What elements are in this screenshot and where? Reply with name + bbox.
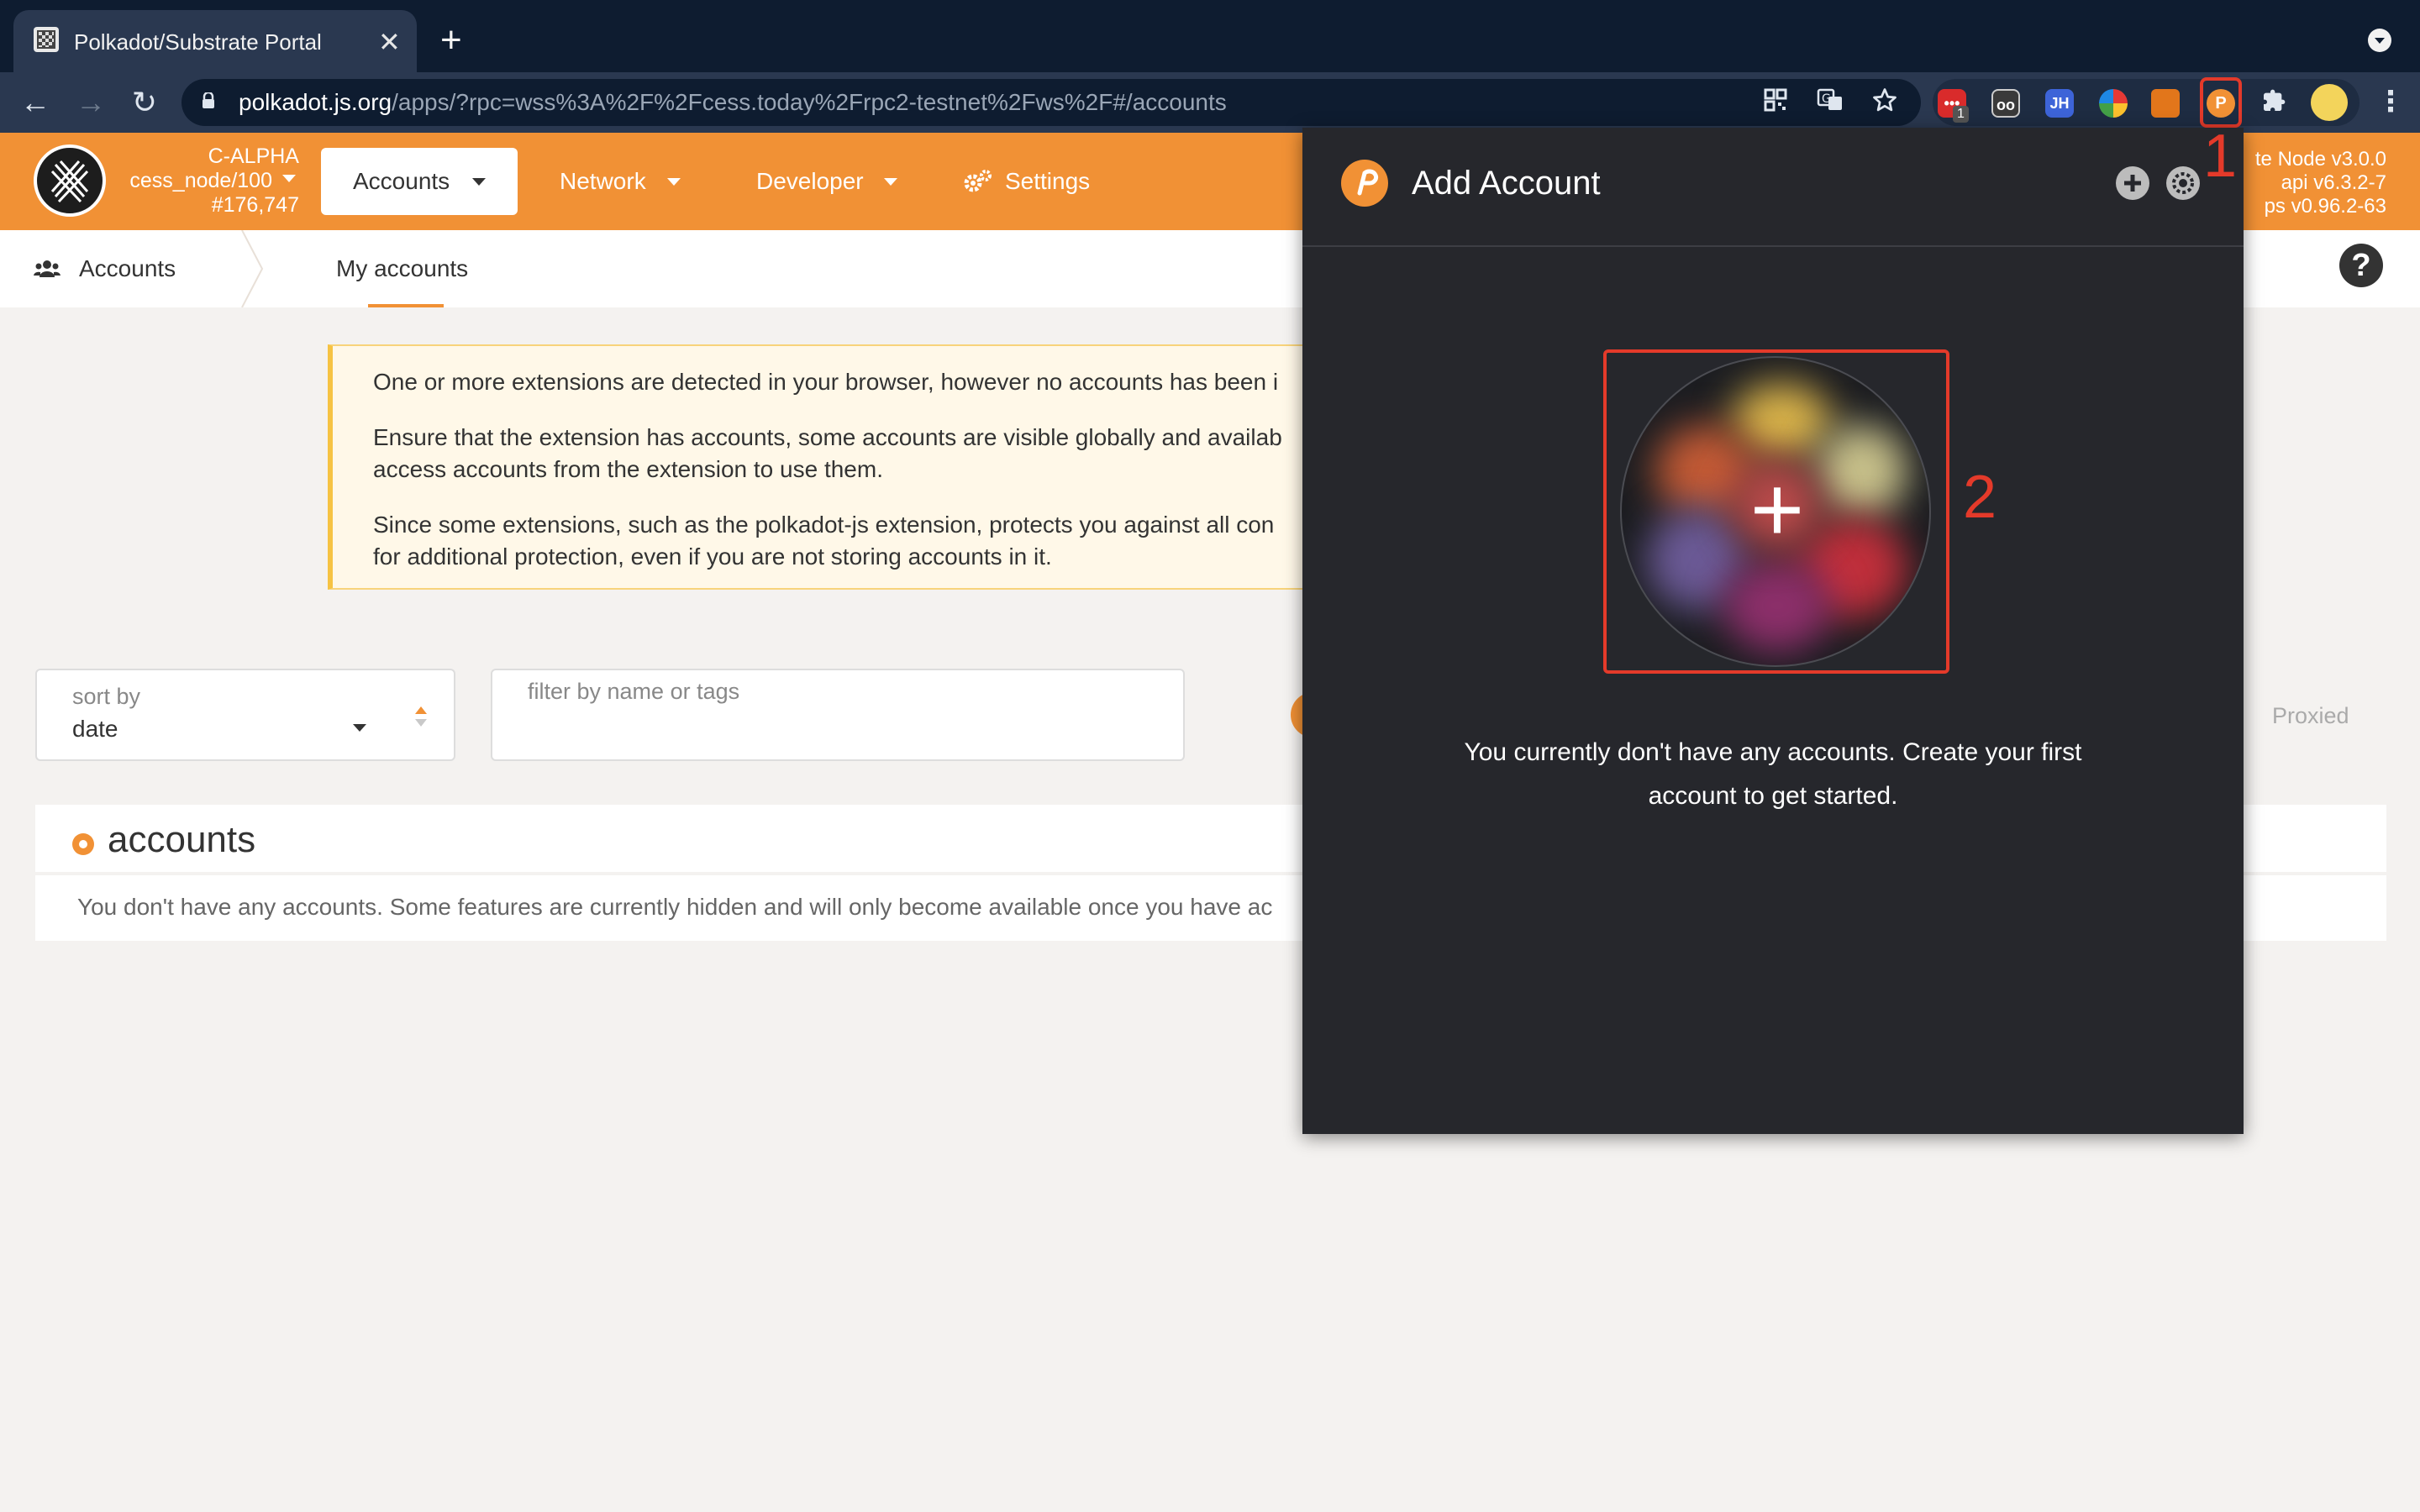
profile-avatar[interactable] [2311, 84, 2348, 121]
popup-title: Add Account [1412, 165, 1601, 202]
url-text[interactable]: polkadot.js.org/apps/?rpc=wss%3A%2F%2Fce… [239, 86, 1227, 119]
add-account-icon[interactable] [2116, 166, 2149, 200]
browser-menu-icon[interactable]: ⋮ [2376, 87, 2405, 116]
breadcrumb-accounts[interactable]: Accounts [79, 250, 176, 287]
warning-text-3a: Since some extensions, such as the polka… [373, 512, 1275, 538]
new-tab-button[interactable]: + [440, 22, 462, 59]
bookmark-star-icon[interactable] [1872, 87, 1897, 120]
url-host: polkadot.js.org [239, 89, 392, 115]
nav-network-label: Network [560, 168, 646, 194]
sort-by-dropdown[interactable]: sort by date [35, 669, 455, 761]
chevron-down-icon[interactable] [353, 724, 366, 732]
polkadot-extension-popup: Add Account + You currently don't have a… [1302, 128, 2244, 1134]
tab-title: Polkadot/Substrate Portal [74, 29, 322, 55]
no-accounts-message: You currently don't have any accounts. C… [1464, 738, 2082, 810]
accounts-empty-message: You don't have any accounts. Some featur… [77, 894, 1273, 920]
browser-toolbar: ← → ↻ polkadot.js.org/apps/?rpc=wss%3A%2… [0, 72, 2420, 133]
settings-gear-icon[interactable] [2166, 166, 2200, 200]
chain-logo[interactable] [34, 144, 106, 217]
plus-icon: + [1749, 458, 1805, 561]
active-tab-indicator [368, 304, 444, 307]
warning-text-3b: for additional protection, even if you a… [373, 543, 1052, 570]
forward-icon[interactable]: → [72, 84, 109, 121]
apps-version: ps v0.96.2-63 [2264, 195, 2386, 218]
chevron-down-icon [667, 178, 681, 186]
nav-developer[interactable]: Developer [756, 148, 864, 215]
gears-icon [963, 168, 993, 199]
sort-by-label: sort by [72, 684, 141, 709]
nav-settings-label: Settings [1005, 168, 1091, 194]
chain-block: #176,747 [211, 193, 299, 217]
warning-text-1: One or more extensions are detected in y… [373, 369, 1279, 395]
node-version: te Node v3.0.0 [2254, 148, 2386, 171]
browser-tab[interactable]: Polkadot/Substrate Portal ✕ [13, 10, 417, 72]
nav-settings[interactable]: Settings [1005, 148, 1090, 215]
metamask-fox-icon[interactable] [2151, 89, 2180, 118]
nav-accounts-label: Accounts [353, 168, 450, 194]
filter-placeholder: filter by name or tags [528, 679, 740, 704]
sort-by-value: date [72, 716, 118, 742]
annotation-label-2: 2 [1963, 464, 1997, 531]
extension-badge: 1 [1953, 106, 1969, 123]
browser-tab-strip: Polkadot/Substrate Portal ✕ + [0, 0, 2420, 72]
url-path: /apps/?rpc=wss%3A%2F%2Fcess.today%2Frpc2… [392, 89, 1227, 115]
lock-icon[interactable] [202, 91, 215, 109]
translate-icon[interactable]: G [1817, 87, 1844, 120]
tab-my-accounts[interactable]: My accounts [336, 250, 468, 287]
puzzle-extensions-icon[interactable] [2260, 87, 2287, 122]
chevron-down-icon [472, 178, 486, 186]
nav-network[interactable]: Network [560, 148, 646, 215]
chain-name: C-ALPHA [208, 144, 299, 168]
annotation-box-1 [2200, 77, 2242, 128]
polkadot-logo-icon [1341, 160, 1388, 207]
node-version-info: te Node v3.0.0 api v6.3.2-7 ps v0.96.2-6… [2218, 148, 2386, 218]
chevron-down-icon [884, 178, 897, 186]
breadcrumb-chevron-icon [240, 229, 266, 312]
warning-text-2a: Ensure that the extension has accounts, … [373, 424, 1282, 450]
accounts-title: accounts [108, 819, 256, 860]
chain-dropdown-icon[interactable] [282, 175, 296, 182]
extension-warning: One or more extensions are detected in y… [328, 344, 1403, 590]
filter-input[interactable]: filter by name or tags [491, 669, 1185, 761]
sort-order-icon[interactable] [413, 706, 429, 732]
tab-close-icon[interactable]: ✕ [378, 27, 401, 57]
chain-selector[interactable]: C-ALPHA cess_node/100 #176,747 [114, 144, 299, 218]
extension-glasses-icon[interactable]: oo [1991, 89, 2020, 118]
create-account-avatar-button[interactable]: + [1620, 356, 1931, 667]
api-version: api v6.3.2-7 [2281, 171, 2386, 194]
popup-divider [1302, 245, 2244, 247]
polkadot-favicon-icon [34, 27, 59, 52]
users-icon [34, 259, 60, 283]
reload-icon[interactable]: ↻ [126, 84, 163, 121]
annotation-label-1: 1 [2203, 123, 2238, 190]
back-icon[interactable]: ← [17, 84, 54, 121]
proxied-toggle-label[interactable]: Proxied [2272, 701, 2349, 731]
warning-text-2b: access accounts from the extension to us… [373, 456, 883, 482]
extension-jh-icon[interactable]: JH [2045, 89, 2074, 118]
chain-node: cess_node/100 [129, 169, 272, 192]
tab-search-icon[interactable] [2368, 29, 2391, 52]
accounts-status-icon [72, 833, 94, 855]
nav-accounts[interactable]: Accounts [321, 148, 518, 215]
qr-code-icon[interactable] [1763, 87, 1788, 120]
extension-circle-icon[interactable] [2099, 89, 2128, 118]
nav-developer-label: Developer [756, 168, 864, 194]
help-icon[interactable]: ? [2339, 244, 2383, 287]
